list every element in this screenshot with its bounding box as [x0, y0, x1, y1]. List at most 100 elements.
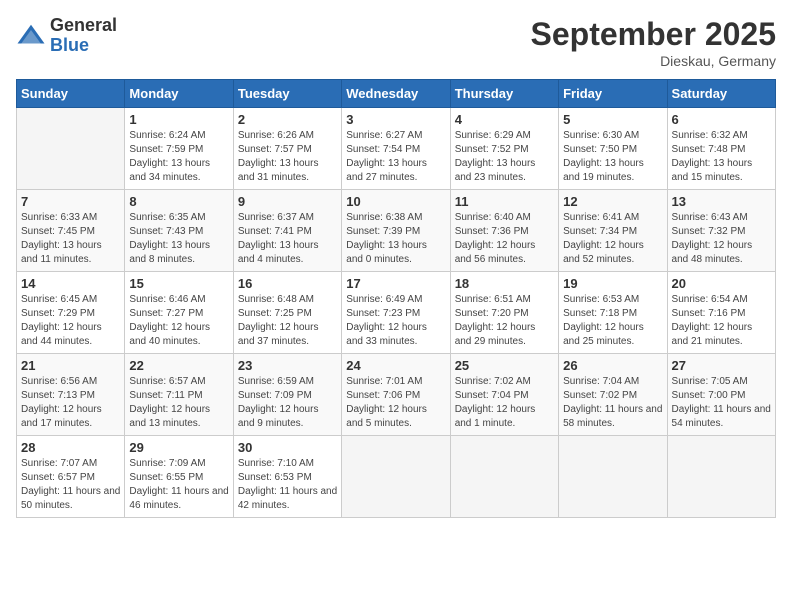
day-info: Sunrise: 6:24 AMSunset: 7:59 PMDaylight:…: [129, 129, 228, 185]
calendar-cell: 13Sunrise: 6:43 AMSunset: 7:32 PMDayligh…: [667, 190, 775, 272]
month-title: September 2025: [531, 16, 776, 53]
day-number: 28: [21, 440, 120, 455]
day-number: 27: [672, 358, 771, 373]
calendar-cell: 5Sunrise: 6:30 AMSunset: 7:50 PMDaylight…: [559, 108, 667, 190]
calendar-cell: 12 Sunrise: 6:41 AMSunset: 7:34 PMDayligh…: [559, 190, 667, 272]
calendar-cell: 15Sunrise: 6:46 AMSunset: 7:27 PMDayligh…: [125, 272, 233, 354]
calendar-cell: 3 Sunrise: 6:27 AMSunset: 7:54 PMDaylight…: [342, 108, 450, 190]
day-number: 14: [21, 276, 120, 291]
day-info: Sunrise: 6:53 AMSunset: 7:18 PMDaylight:…: [563, 293, 662, 349]
day-number: 17: [346, 276, 445, 291]
day-info: Sunrise: 7:01 AMSunset: 7:06 PMDaylight:…: [346, 375, 445, 431]
calendar-header-sunday: Sunday: [17, 80, 125, 108]
calendar-cell: 4 Sunrise: 6:29 AMSunset: 7:52 PMDaylight…: [450, 108, 558, 190]
calendar-cell: 19Sunrise: 6:53 AMSunset: 7:18 PMDayligh…: [559, 272, 667, 354]
day-number: 22: [129, 358, 228, 373]
logo-icon: [16, 21, 46, 51]
calendar-cell: 23Sunrise: 6:59 AMSunset: 7:09 PMDayligh…: [233, 354, 341, 436]
logo: General Blue: [16, 16, 117, 56]
day-number: 7: [21, 194, 120, 209]
day-number: 29: [129, 440, 228, 455]
calendar-cell: [667, 436, 775, 518]
day-info: Sunrise: 7:02 AMSunset: 7:04 PMDaylight:…: [455, 375, 554, 431]
day-number: 12: [563, 194, 662, 209]
day-number: 25: [455, 358, 554, 373]
calendar-cell: 10Sunrise: 6:38 AMSunset: 7:39 PMDayligh…: [342, 190, 450, 272]
calendar-cell: 2Sunrise: 6:26 AMSunset: 7:57 PMDaylight…: [233, 108, 341, 190]
day-number: 9: [238, 194, 337, 209]
calendar-cell: 22 Sunrise: 6:57 AMSunset: 7:11 PMDayligh…: [125, 354, 233, 436]
calendar-week-row: 21 Sunrise: 6:56 AMSunset: 7:13 PMDayligh…: [17, 354, 776, 436]
calendar-week-row: 7 Sunrise: 6:33 AMSunset: 7:45 PMDaylight…: [17, 190, 776, 272]
calendar-week-row: 28 Sunrise: 7:07 AMSunset: 6:57 PMDayligh…: [17, 436, 776, 518]
calendar-cell: 8 Sunrise: 6:35 AMSunset: 7:43 PMDaylight…: [125, 190, 233, 272]
title-section: September 2025 Dieskau, Germany: [531, 16, 776, 69]
calendar-cell: 18 Sunrise: 6:51 AMSunset: 7:20 PMDayligh…: [450, 272, 558, 354]
calendar-table: SundayMondayTuesdayWednesdayThursdayFrid…: [16, 79, 776, 518]
day-info: Sunrise: 6:46 AMSunset: 7:27 PMDaylight:…: [129, 293, 228, 349]
day-number: 18: [455, 276, 554, 291]
calendar-cell: 25 Sunrise: 7:02 AMSunset: 7:04 PMDayligh…: [450, 354, 558, 436]
day-info: Sunrise: 6:32 AMSunset: 7:48 PMDaylight:…: [672, 129, 771, 185]
calendar-cell: 17 Sunrise: 6:49 AMSunset: 7:23 PMDayligh…: [342, 272, 450, 354]
day-info: Sunrise: 6:27 AMSunset: 7:54 PMDaylight:…: [346, 129, 445, 185]
calendar-header-thursday: Thursday: [450, 80, 558, 108]
day-number: 10: [346, 194, 445, 209]
day-info: Sunrise: 6:51 AMSunset: 7:20 PMDaylight:…: [455, 293, 554, 349]
day-info: Sunrise: 6:57 AMSunset: 7:11 PMDaylight:…: [129, 375, 228, 431]
calendar-week-row: 1 Sunrise: 6:24 AMSunset: 7:59 PMDaylight…: [17, 108, 776, 190]
page-header: General Blue September 2025 Dieskau, Ger…: [16, 16, 776, 69]
calendar-cell: 24 Sunrise: 7:01 AMSunset: 7:06 PMDayligh…: [342, 354, 450, 436]
calendar-cell: 14Sunrise: 6:45 AMSunset: 7:29 PMDayligh…: [17, 272, 125, 354]
calendar-cell: [559, 436, 667, 518]
day-number: 4: [455, 112, 554, 127]
day-number: 13: [672, 194, 771, 209]
calendar-cell: [450, 436, 558, 518]
calendar-header-friday: Friday: [559, 80, 667, 108]
day-info: Sunrise: 6:56 AMSunset: 7:13 PMDaylight:…: [21, 375, 120, 431]
day-info: Sunrise: 6:40 AMSunset: 7:36 PMDaylight:…: [455, 211, 554, 267]
logo-text: General Blue: [50, 16, 117, 56]
day-info: Sunrise: 6:49 AMSunset: 7:23 PMDaylight:…: [346, 293, 445, 349]
day-info: Sunrise: 6:48 AMSunset: 7:25 PMDaylight:…: [238, 293, 337, 349]
day-info: Sunrise: 6:29 AMSunset: 7:52 PMDaylight:…: [455, 129, 554, 185]
calendar-cell: 28 Sunrise: 7:07 AMSunset: 6:57 PMDayligh…: [17, 436, 125, 518]
calendar-cell: 27 Sunrise: 7:05 AMSunset: 7:00 PMDayligh…: [667, 354, 775, 436]
day-number: 2: [238, 112, 337, 127]
day-number: 6: [672, 112, 771, 127]
day-info: Sunrise: 7:09 AMSunset: 6:55 PMDaylight:…: [129, 457, 228, 513]
calendar-cell: 9 Sunrise: 6:37 AMSunset: 7:41 PMDaylight…: [233, 190, 341, 272]
day-info: Sunrise: 7:04 AMSunset: 7:02 PMDaylight:…: [563, 375, 662, 431]
calendar-cell: 26 Sunrise: 7:04 AMSunset: 7:02 PMDayligh…: [559, 354, 667, 436]
day-number: 1: [129, 112, 228, 127]
day-number: 8: [129, 194, 228, 209]
calendar-cell: [17, 108, 125, 190]
day-info: Sunrise: 6:33 AMSunset: 7:45 PMDaylight:…: [21, 211, 120, 267]
day-number: 26: [563, 358, 662, 373]
calendar-header-monday: Monday: [125, 80, 233, 108]
calendar-cell: 6 Sunrise: 6:32 AMSunset: 7:48 PMDaylight…: [667, 108, 775, 190]
day-info: Sunrise: 7:05 AMSunset: 7:00 PMDaylight:…: [672, 375, 771, 431]
calendar-cell: [342, 436, 450, 518]
calendar-cell: 21 Sunrise: 6:56 AMSunset: 7:13 PMDayligh…: [17, 354, 125, 436]
calendar-cell: 16Sunrise: 6:48 AMSunset: 7:25 PMDayligh…: [233, 272, 341, 354]
day-info: Sunrise: 6:30 AMSunset: 7:50 PMDaylight:…: [563, 129, 662, 185]
logo-general: General: [50, 16, 117, 36]
day-info: Sunrise: 6:35 AMSunset: 7:43 PMDaylight:…: [129, 211, 228, 267]
calendar-cell: 7 Sunrise: 6:33 AMSunset: 7:45 PMDaylight…: [17, 190, 125, 272]
day-number: 24: [346, 358, 445, 373]
calendar-cell: 1 Sunrise: 6:24 AMSunset: 7:59 PMDaylight…: [125, 108, 233, 190]
day-number: 3: [346, 112, 445, 127]
day-number: 30: [238, 440, 337, 455]
day-number: 21: [21, 358, 120, 373]
calendar-cell: 30Sunrise: 7:10 AMSunset: 6:53 PMDayligh…: [233, 436, 341, 518]
day-info: Sunrise: 7:07 AMSunset: 6:57 PMDaylight:…: [21, 457, 120, 513]
calendar-header-tuesday: Tuesday: [233, 80, 341, 108]
logo-blue: Blue: [50, 36, 117, 56]
calendar-cell: 11Sunrise: 6:40 AMSunset: 7:36 PMDayligh…: [450, 190, 558, 272]
day-number: 20: [672, 276, 771, 291]
day-info: Sunrise: 6:37 AMSunset: 7:41 PMDaylight:…: [238, 211, 337, 267]
day-info: Sunrise: 6:41 AMSunset: 7:34 PMDaylight:…: [563, 211, 662, 267]
day-number: 23: [238, 358, 337, 373]
calendar-cell: 20Sunrise: 6:54 AMSunset: 7:16 PMDayligh…: [667, 272, 775, 354]
